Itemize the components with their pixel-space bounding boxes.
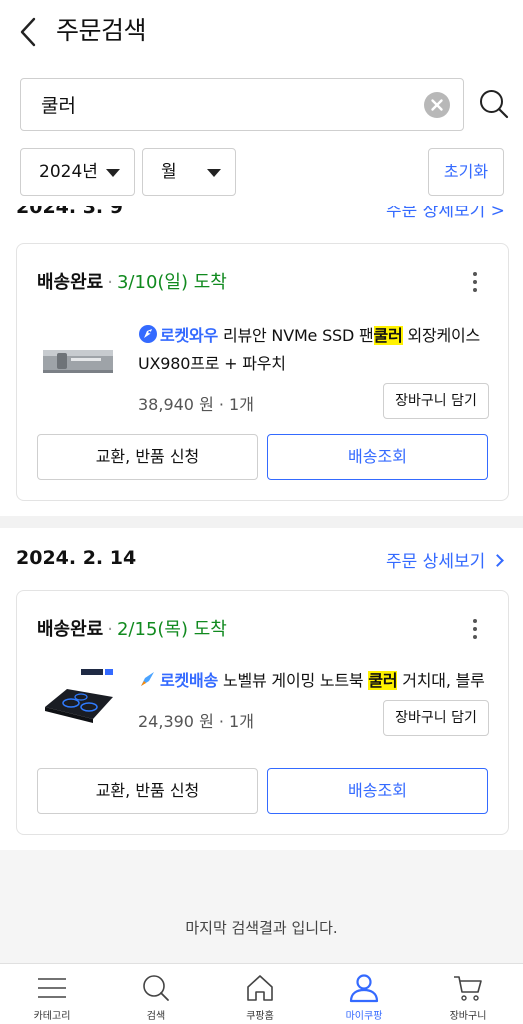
track-delivery-button[interactable]: 배송조회	[267, 768, 488, 814]
rocket-icon	[141, 672, 154, 686]
tab-my-coupang[interactable]: 마이쿠팡	[312, 964, 416, 1024]
chevron-right-icon	[491, 554, 505, 567]
price-quantity: 38,940 원 · 1개	[138, 395, 254, 414]
year-select[interactable]: 2024년	[20, 148, 135, 196]
more-options-icon[interactable]	[472, 619, 478, 641]
search-icon[interactable]	[478, 88, 510, 120]
add-to-cart-button[interactable]: 장바구니 담기	[383, 700, 489, 736]
search-input[interactable]	[41, 79, 421, 130]
product-image-ssd-case[interactable]	[41, 336, 117, 388]
menu-icon	[38, 978, 66, 998]
caret-down-icon	[106, 169, 120, 177]
cart-icon	[454, 976, 482, 1001]
user-icon	[349, 974, 379, 1003]
order-date: 2024. 2. 14	[16, 547, 137, 569]
reset-button[interactable]: 초기화	[428, 148, 504, 196]
product-image-laptop-cooler[interactable]	[41, 667, 117, 729]
search-highlight: 쿨러	[373, 326, 403, 345]
month-select[interactable]: 월	[142, 148, 236, 196]
rocket-delivery-badge: 로켓배송	[160, 671, 219, 690]
page-title: 주문검색	[56, 16, 147, 45]
results-end-area	[0, 850, 523, 963]
delivery-status: 배송완료 · 2/15(목) 도착	[37, 619, 227, 640]
order-card: 배송완료 · 2/15(목) 도착 로켓배송 노벨뷰 게이밍 노트북 쿨러 거치대,…	[16, 590, 509, 835]
rocket-wow-badge: 로켓와우	[160, 326, 219, 345]
product-title[interactable]: 로켓와우 리뷰안 NVMe SSD 팬쿨러 외장케이스 UX980프로 + 파우…	[138, 322, 488, 378]
arrival-date: 3/10(일) 도착	[116, 272, 227, 293]
clear-search-button[interactable]	[424, 92, 450, 118]
delivery-status: 배송완료 · 3/10(일) 도착	[37, 272, 227, 293]
price-quantity: 24,390 원 · 1개	[138, 712, 254, 731]
previous-order-date: 2024. 3. 9	[16, 206, 123, 218]
order-card: 배송완료 · 3/10(일) 도착 로켓와우 리뷰안 NVMe SSD 팬쿨러 외장…	[16, 243, 509, 501]
track-delivery-button[interactable]: 배송조회	[267, 434, 488, 480]
header: 주문검색	[0, 0, 523, 64]
caret-down-icon	[207, 169, 221, 177]
search-icon	[143, 975, 169, 1001]
back-arrow-icon[interactable]	[14, 14, 44, 50]
return-request-button[interactable]: 교환, 반품 신청	[37, 768, 258, 814]
product-title[interactable]: 로켓배송 노벨뷰 게이밍 노트북 쿨러 거치대, 블루	[138, 667, 488, 695]
home-icon	[247, 975, 273, 1001]
year-select-value: 2024년	[39, 162, 98, 182]
previous-order-detail-link[interactable]: 주문 상세보기 >	[386, 206, 506, 218]
add-to-cart-button[interactable]: 장바구니 담기	[383, 383, 489, 419]
bottom-tab-bar: 카테고리 검색 쿠팡홈 마이쿠팡 장바구니	[0, 963, 523, 1024]
search-highlight: 쿨러	[368, 671, 398, 690]
tab-category[interactable]: 카테고리	[0, 964, 104, 1024]
return-request-button[interactable]: 교환, 반품 신청	[37, 434, 258, 480]
close-icon	[431, 99, 443, 111]
tab-search[interactable]: 검색	[104, 964, 208, 1024]
section-divider	[0, 516, 523, 528]
more-options-icon[interactable]	[472, 272, 478, 294]
search-box	[20, 78, 464, 131]
order-detail-link[interactable]: 주문 상세보기	[386, 547, 505, 572]
month-select-value: 월	[161, 162, 177, 182]
tab-cart[interactable]: 장바구니	[416, 964, 520, 1024]
rocket-wow-icon	[139, 325, 157, 343]
end-of-results-message: 마지막 검색결과 입니다.	[185, 919, 338, 937]
tab-home[interactable]: 쿠팡홈	[208, 964, 312, 1024]
arrival-date: 2/15(목) 도착	[116, 619, 227, 640]
